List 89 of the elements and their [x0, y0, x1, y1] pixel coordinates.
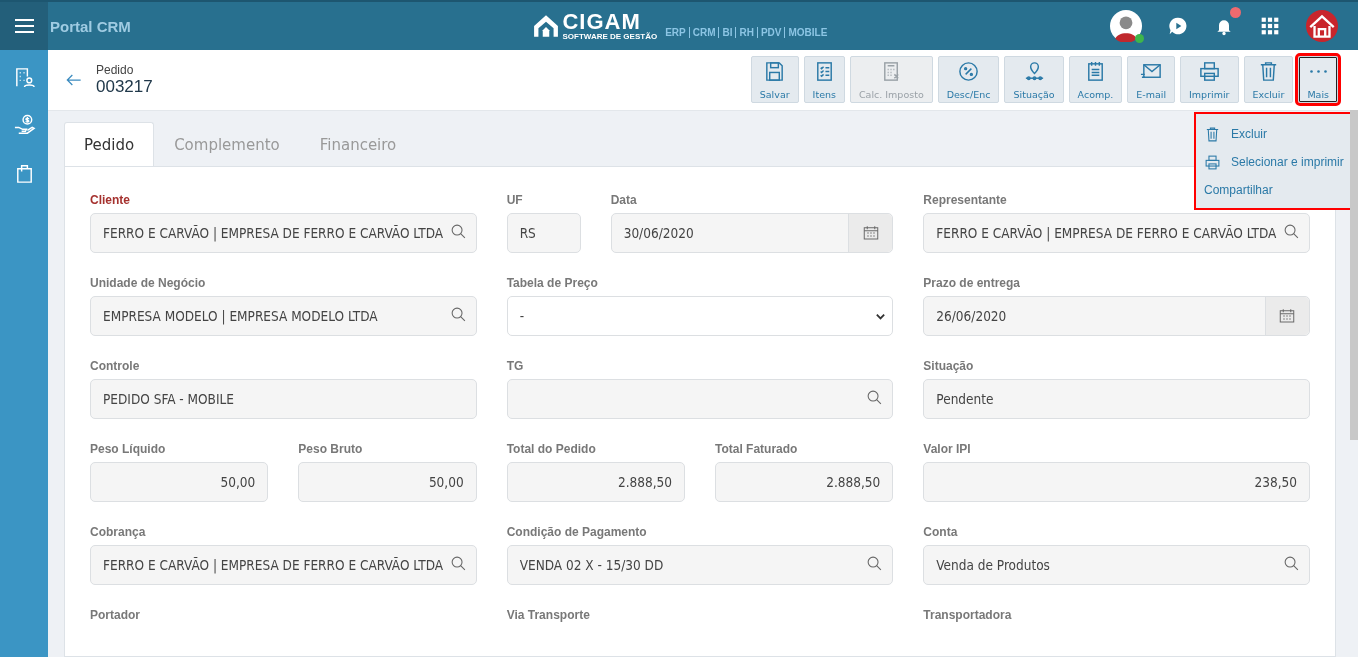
- logo-icon: [533, 13, 560, 39]
- search-icon[interactable]: [1283, 223, 1300, 240]
- module-link[interactable]: BI: [722, 26, 733, 38]
- input-field[interactable]: Pendente: [923, 379, 1310, 419]
- money-hand-icon: [12, 113, 36, 137]
- tab[interactable]: Financeiro: [299, 122, 417, 166]
- menu-item[interactable]: Selecionar e imprimir: [1196, 148, 1352, 176]
- select-field[interactable]: -: [506, 296, 894, 336]
- toolbar-button[interactable]: Acomp.: [1068, 56, 1123, 103]
- toolbar-button[interactable]: Salvar: [750, 56, 799, 103]
- field-label: Situação: [923, 359, 975, 373]
- input-field[interactable]: 50,00: [90, 462, 269, 502]
- date-field[interactable]: 30/06/2020: [610, 213, 894, 253]
- field-label: Via Transporte: [506, 608, 591, 622]
- field-label: Transportadora: [923, 608, 1013, 622]
- search-field[interactable]: Venda de Produtos: [923, 545, 1310, 585]
- field-label: Conta: [923, 525, 959, 539]
- module-link[interactable]: RH: [739, 26, 754, 38]
- order-number: 003217: [96, 77, 153, 97]
- toolbar-button[interactable]: Itens: [803, 56, 845, 103]
- field-label: Portador: [90, 608, 141, 622]
- search-field[interactable]: FERRO E CARVÃO | EMPRESA DE FERRO E CARVÃO LTDA: [923, 213, 1310, 253]
- menu-item[interactable]: Excluir: [1196, 120, 1352, 148]
- input-field[interactable]: 2.888,50: [506, 462, 685, 502]
- search-field[interactable]: EMPRESA MODELO | EMPRESA MODELO LTDA: [90, 296, 477, 336]
- input-field[interactable]: RS: [506, 213, 581, 253]
- field-label: Tabela de Preço: [506, 276, 599, 290]
- calendar-icon: [1278, 307, 1297, 325]
- menu-item[interactable]: Compartilhar: [1196, 176, 1352, 204]
- field-label: UF: [506, 193, 524, 207]
- trash-icon: [1204, 125, 1221, 143]
- field-label: Condição de Pagamento: [506, 525, 648, 539]
- scrollbar[interactable]: [1350, 110, 1358, 440]
- field-label: Peso Líquido: [90, 442, 167, 456]
- field-label: Total do Pedido: [506, 442, 597, 456]
- toolbar-button[interactable]: Desc/Enc: [937, 56, 1000, 103]
- input-field[interactable]: 2.888,50: [715, 462, 894, 502]
- date-field[interactable]: 26/06/2020: [923, 296, 1310, 336]
- tab[interactable]: Complemento: [154, 122, 300, 166]
- calendar-icon: [861, 224, 880, 242]
- field-label: Unidade de Negócio: [90, 276, 207, 290]
- search-icon[interactable]: [449, 223, 467, 240]
- field-label: Representante: [923, 193, 1008, 207]
- printer-icon: [1197, 60, 1221, 83]
- module-link[interactable]: MOBILE: [788, 26, 828, 38]
- field-label: Valor IPI: [923, 442, 972, 456]
- field-label: Peso Bruto: [298, 442, 364, 456]
- apps-grid-icon[interactable]: [1260, 16, 1280, 36]
- avatar-icon[interactable]: [1110, 10, 1142, 42]
- field-label: Cobrança: [90, 525, 147, 539]
- search-field[interactable]: [506, 379, 894, 419]
- field-label: TG: [506, 359, 525, 373]
- toolbar-button[interactable]: Situação: [1004, 56, 1064, 103]
- toolbar-button[interactable]: E-mail: [1127, 56, 1176, 103]
- tab[interactable]: Pedido: [64, 122, 155, 166]
- calendar-button[interactable]: [848, 214, 893, 252]
- search-field[interactable]: FERRO E CARVÃO | EMPRESA DE FERRO E CARVÃO LTDA: [90, 213, 477, 253]
- field-label: Data: [610, 193, 638, 207]
- module-link[interactable]: CRM: [692, 26, 716, 38]
- logo-text: CIGAM: [562, 11, 641, 33]
- field-label: Controle: [90, 359, 141, 373]
- search-icon[interactable]: [449, 555, 467, 572]
- logo-subtitle: SOFTWARE DE GESTÃO: [562, 33, 658, 41]
- input-field[interactable]: PEDIDO SFA - MOBILE: [90, 379, 477, 419]
- field-label: Cliente: [90, 193, 131, 207]
- toolbar-button[interactable]: Mais: [1298, 56, 1338, 103]
- search-icon[interactable]: [866, 389, 884, 406]
- input-field[interactable]: 50,00: [298, 462, 477, 502]
- module-link[interactable]: PDV: [760, 26, 782, 38]
- search-icon[interactable]: [449, 306, 467, 323]
- calendar-button[interactable]: [1265, 297, 1309, 335]
- module-link[interactable]: ERP: [665, 26, 686, 38]
- search-icon[interactable]: [1283, 555, 1300, 572]
- field-label: Prazo de entrega: [923, 276, 1022, 290]
- app-title: Portal CRM: [50, 17, 131, 35]
- toolbar-button[interactable]: Imprimir: [1180, 56, 1239, 103]
- play-icon[interactable]: [1168, 16, 1188, 36]
- printer-icon: [1204, 153, 1221, 171]
- search-field[interactable]: FERRO E CARVÃO | EMPRESA DE FERRO E CARVÃO LTDA: [90, 545, 477, 585]
- house-logo-icon[interactable]: [1306, 10, 1338, 42]
- field-label: Total Faturado: [715, 442, 799, 456]
- toolbar-button[interactable]: Excluir: [1243, 56, 1294, 103]
- search-icon[interactable]: [866, 555, 884, 572]
- more-icon: [1309, 70, 1327, 73]
- input-field[interactable]: 238,50: [923, 462, 1310, 502]
- page-caption: Pedido: [96, 63, 135, 77]
- menu-icon[interactable]: [0, 2, 48, 50]
- search-field[interactable]: VENDA 02 X - 15/30 DD: [506, 545, 894, 585]
- percent-icon: [957, 60, 981, 83]
